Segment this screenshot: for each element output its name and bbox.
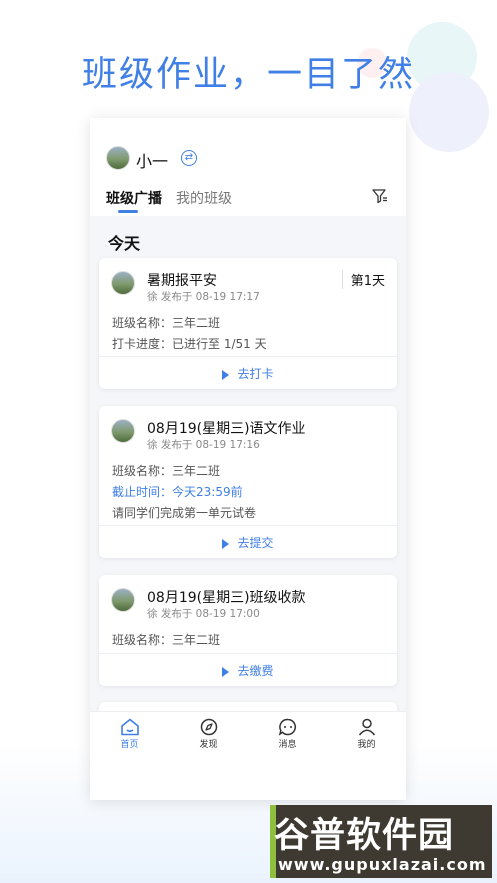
card-title: 08月19(星期三)班级收款 [147, 590, 306, 606]
card-avatar [111, 271, 135, 295]
tab-label: 发现 [199, 740, 218, 750]
action-label: 去打卡 [237, 367, 274, 381]
deadline-line: 截止时间：今天23:59前 [112, 485, 243, 499]
class-name-line: 班级名称：三年二班 [112, 316, 221, 330]
username: 小一 [136, 152, 169, 171]
tab-label: 首页 [120, 740, 139, 750]
broadcast-card[interactable]: 08月19(星期三)班级收款 徐 发布于 08-19 17:00 班级名称：三年… [99, 575, 397, 686]
action-label: 去缴费 [237, 664, 274, 678]
tab-underline [118, 210, 138, 213]
description-line: 请同学们完成第一单元试卷 [112, 506, 257, 520]
day-badge: 第1天 [341, 270, 385, 289]
card-title: 暑期报平安 [147, 273, 217, 289]
watermark-title: 谷普软件园 [274, 816, 455, 856]
avatar[interactable] [106, 146, 130, 170]
play-icon [222, 369, 230, 380]
watermark-url: www.gupuxlazai.com [278, 855, 487, 874]
play-icon [222, 666, 230, 677]
tab-profile[interactable]: 我的 [327, 712, 406, 760]
tab-my-class[interactable]: 我的班级 [176, 188, 232, 208]
switch-icon[interactable]: ⇄ [181, 150, 197, 166]
class-name-line: 班级名称：三年二班 [112, 464, 221, 478]
bottom-tab-bar: 首页 发现 消息 我的 [90, 711, 406, 760]
broadcast-card[interactable]: 08月19(星期三)语文作业 徐 发布于 08-19 17:16 班级名称：三年… [99, 406, 397, 558]
broadcast-card[interactable]: 暑期报平安 徐 发布于 08-19 17:17 第1天 班级名称：三年二班 打卡… [99, 258, 397, 389]
user-icon [358, 718, 375, 736]
class-name-line: 班级名称：三年二班 [112, 633, 221, 647]
tab-messages[interactable]: 消息 [248, 712, 327, 760]
tab-label: 消息 [278, 740, 297, 750]
tab-label: 我的 [357, 740, 376, 750]
submit-button[interactable]: 去提交 [99, 525, 397, 558]
card-avatar [111, 588, 135, 612]
message-icon [278, 718, 296, 736]
phone-bottom-area [90, 760, 406, 800]
play-icon [222, 538, 230, 549]
progress-line: 打卡进度：已进行至 1/51 天 [112, 337, 267, 351]
checkin-button[interactable]: 去打卡 [99, 356, 397, 389]
tab-class-broadcast[interactable]: 班级广播 [106, 188, 162, 208]
filter-icon[interactable] [372, 188, 388, 204]
home-icon [120, 718, 139, 736]
hero-title: 班级作业，一目了然 [81, 55, 415, 95]
section-title-today: 今天 [108, 234, 141, 253]
card-meta: 徐 发布于 08-19 17:16 [147, 439, 260, 451]
card-title: 08月19(星期三)语文作业 [147, 421, 306, 437]
tab-home[interactable]: 首页 [90, 712, 169, 760]
card-avatar [111, 419, 135, 443]
compass-icon [200, 718, 217, 736]
card-meta: 徐 发布于 08-19 17:17 [147, 291, 260, 303]
app-header: 小一 ⇄ 班级广播 我的班级 [90, 118, 406, 216]
action-label: 去提交 [237, 536, 274, 550]
phone-screen: 小一 ⇄ 班级广播 我的班级 今天 暑期报平安 徐 发布于 08-19 17:1… [90, 118, 406, 800]
pay-button[interactable]: 去缴费 [99, 653, 397, 686]
card-meta: 徐 发布于 08-19 17:00 [147, 608, 260, 620]
watermark-logo: 谷普软件园 www.gupuxlazai.com [270, 805, 492, 878]
tab-discover[interactable]: 发现 [169, 712, 248, 760]
